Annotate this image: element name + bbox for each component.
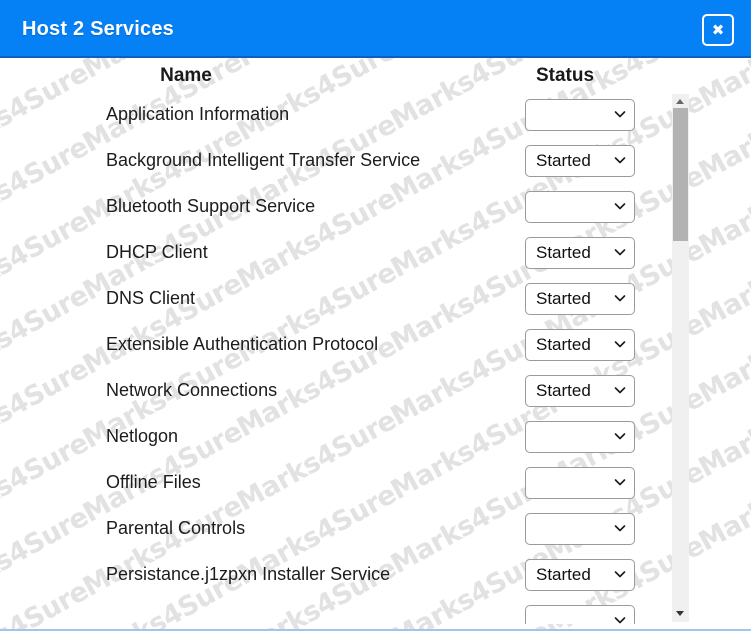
watermark-text: Marks4Sure xyxy=(684,279,751,429)
status-dropdown[interactable]: StartedStopped xyxy=(525,559,635,591)
status-dropdown[interactable]: StartedStopped xyxy=(525,513,635,545)
status-dropdown[interactable]: StartedStopped xyxy=(525,329,635,361)
table-row: Network Connections StartedStopped xyxy=(0,372,665,418)
scrollbar-thumb[interactable] xyxy=(673,108,688,241)
table-row: Parental Controls StartedStopped xyxy=(0,510,665,556)
table-row: DHCP Client StartedStopped xyxy=(0,234,665,280)
service-name: DNS Client xyxy=(106,288,195,309)
vertical-scrollbar[interactable] xyxy=(672,94,689,622)
close-icon[interactable]: ✖ xyxy=(702,14,734,46)
service-name: Parental Controls xyxy=(106,518,245,539)
table-row: Application Information StartedStopped xyxy=(0,96,665,142)
status-dropdown[interactable]: StartedStopped xyxy=(525,421,635,453)
status-dropdown[interactable]: StartedStopped xyxy=(525,375,635,407)
services-dialog: Marks4SureMarks4SureMarks4SureMarks4Sure… xyxy=(0,0,751,631)
table-row: Offline Files StartedStopped xyxy=(0,464,665,510)
table-row: Bluetooth Support Service StartedStopped xyxy=(0,188,665,234)
dialog-titlebar: Host 2 Services ✖ xyxy=(0,0,751,58)
watermark-text: Marks4Sure xyxy=(684,353,751,503)
column-header-status: Status xyxy=(505,65,625,87)
status-dropdown[interactable]: StartedStopped xyxy=(525,467,635,499)
table-header-row: Name Status xyxy=(0,58,751,96)
column-header-name: Name xyxy=(106,65,266,87)
scroll-down-arrow-icon[interactable] xyxy=(672,605,689,622)
service-name: Extensible Authentication Protocol xyxy=(106,334,378,355)
table-row: StartedStopped xyxy=(0,602,665,624)
service-name: Background Intelligent Transfer Service xyxy=(106,150,420,171)
table-row: Background Intelligent Transfer Service S… xyxy=(0,142,665,188)
service-name: Network Connections xyxy=(106,380,277,401)
status-dropdown[interactable]: StartedStopped xyxy=(525,145,635,177)
status-dropdown[interactable]: StartedStopped xyxy=(525,283,635,315)
table-row: Extensible Authentication Protocol Starte… xyxy=(0,326,665,372)
table-row: DNS Client StartedStopped xyxy=(0,280,665,326)
watermark-text: Marks4Sure xyxy=(684,427,751,577)
status-dropdown[interactable]: StartedStopped xyxy=(525,99,635,131)
service-name: Netlogon xyxy=(106,426,178,447)
watermark-text: Marks4Sure xyxy=(684,205,751,355)
service-name: DHCP Client xyxy=(106,242,208,263)
dialog-title: Host 2 Services xyxy=(22,18,174,41)
services-list: Application InformationStartedStoppedBac… xyxy=(0,96,665,624)
status-dropdown[interactable]: StartedStopped xyxy=(525,237,635,269)
service-name: Persistance.j1zpxn Installer Service xyxy=(106,564,390,585)
table-row: Netlogon StartedStopped xyxy=(0,418,665,464)
watermark-text: Marks4Sure xyxy=(684,131,751,281)
status-dropdown[interactable]: StartedStopped xyxy=(525,191,635,223)
table-row: Persistance.j1zpxn Installer Service Star… xyxy=(0,556,665,602)
status-dropdown[interactable]: StartedStopped xyxy=(525,605,635,624)
service-name: Bluetooth Support Service xyxy=(106,196,315,217)
service-name: Application Information xyxy=(106,104,289,125)
service-name: Offline Files xyxy=(106,472,201,493)
